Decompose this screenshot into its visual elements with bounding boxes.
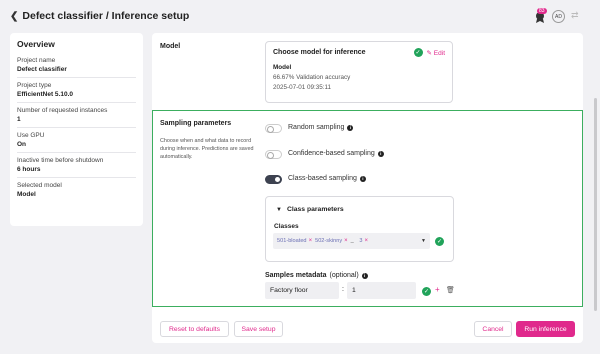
info-icon[interactable]: i	[361, 272, 368, 279]
check-icon: ✓	[435, 237, 444, 246]
toggle-label: Random sampling	[288, 124, 345, 131]
toggle-label: Class-based sampling	[288, 175, 357, 182]
reset-defaults-button[interactable]: Reset to defaults	[160, 321, 229, 337]
overview-value: On	[17, 141, 27, 148]
scrollbar-thumb[interactable]	[594, 98, 597, 311]
overview-label: Number of requested instances	[17, 107, 108, 114]
check-icon: ✓	[422, 287, 431, 296]
overview-label: Project type	[17, 82, 52, 89]
model-timestamp: 2025-07-01 09:35:11	[273, 84, 332, 91]
metadata-value-input[interactable]: 1	[347, 282, 416, 299]
metadata-label-row: Samples metadata (optional) i	[265, 272, 368, 279]
edit-label: Edit	[433, 49, 445, 57]
model-section-label: Model	[160, 43, 181, 50]
cancel-button[interactable]: Cancel	[474, 321, 512, 337]
overview-item: Number of requested instances 1	[17, 103, 136, 128]
overview-item: Inactive time before shutdown 6 hours	[17, 153, 136, 178]
random-sampling-toggle[interactable]	[265, 124, 282, 133]
page-title: Defect classifier / Inference setup	[22, 10, 190, 22]
page-header: ❮ Defect classifier / Inference setup	[10, 10, 189, 22]
metadata-separator: :	[342, 286, 344, 293]
confidence-sampling-row: Confidence-based sampling i	[288, 150, 384, 157]
overview-item: Use GPU On	[17, 128, 136, 153]
check-icon: ✓	[413, 48, 423, 57]
info-icon[interactable]: i	[347, 124, 354, 131]
model-name: Model	[273, 64, 292, 71]
optional-label: (optional)	[329, 272, 359, 279]
info-icon[interactable]: i	[359, 175, 366, 182]
chip-count: 3	[359, 238, 363, 244]
metadata-key-input[interactable]: Factory floor	[265, 282, 339, 299]
model-card: Choose model for inference ✓ ✎ Edit Mode…	[265, 41, 453, 103]
more-chip: _ 3 ×	[350, 238, 368, 244]
overview-value: Model	[17, 191, 36, 198]
sampling-title: Sampling parameters	[160, 120, 232, 127]
overview-value: 1	[17, 116, 21, 123]
trash-icon[interactable]: 🗑	[446, 286, 455, 294]
overview-value: 6 hours	[17, 166, 41, 173]
overview-label: Selected model	[17, 182, 62, 189]
close-icon[interactable]: ×	[309, 238, 313, 244]
overview-value: EfficientNet 5.10.0	[17, 91, 73, 98]
avatar[interactable]: AD	[552, 10, 565, 23]
overview-label: Inactive time before shutdown	[17, 157, 104, 164]
toggle-label: Confidence-based sampling	[288, 150, 375, 157]
classes-label: Classes	[274, 223, 299, 230]
notification-badge: 83	[537, 8, 547, 14]
chip-label: 501-bloated	[277, 238, 307, 244]
class-sampling-row: Class-based sampling i	[288, 175, 366, 182]
run-inference-button[interactable]: Run inference	[516, 321, 575, 337]
overview-item: Project type EfficientNet 5.10.0	[17, 78, 136, 103]
close-icon[interactable]: ×	[344, 238, 348, 244]
overview-label: Use GPU	[17, 132, 45, 139]
classes-select[interactable]: 501-bloated × 502-skinny × _ 3 × ▼	[273, 233, 430, 249]
save-setup-button[interactable]: Save setup	[234, 321, 283, 337]
overview-item: Selected model Model	[17, 178, 136, 202]
class-parameters-title: Class parameters	[286, 206, 344, 213]
model-accuracy: 66.67% Validation accuracy	[273, 74, 351, 81]
class-parameters-header[interactable]: ▼ Class parameters	[276, 206, 344, 213]
sampling-description: Choose when and what data to record duri…	[160, 138, 254, 160]
overview-item: Project name Defect classifier	[17, 53, 136, 78]
confidence-sampling-toggle[interactable]	[265, 150, 282, 159]
class-sampling-toggle[interactable]	[265, 175, 282, 184]
metadata-label: Samples metadata	[265, 272, 327, 279]
class-chip: 502-skinny ×	[315, 238, 348, 244]
class-chip: 501-bloated ×	[277, 238, 312, 244]
overview-title: Overview	[17, 39, 55, 49]
overview-label: Project name	[17, 57, 56, 64]
info-icon[interactable]: i	[377, 150, 384, 157]
dropdown-arrow-icon[interactable]: ▼	[421, 238, 426, 244]
chevron-left-icon[interactable]: ❮	[10, 11, 18, 22]
overview-panel: Overview Project name Defect classifier …	[10, 33, 143, 226]
model-card-title: Choose model for inference	[273, 49, 366, 56]
overview-value: Defect classifier	[17, 66, 67, 73]
swap-icon[interactable]: ⇄	[571, 10, 579, 21]
plus-icon[interactable]: +	[435, 285, 440, 294]
chevron-down-icon[interactable]: ▼	[276, 207, 282, 213]
random-sampling-row: Random sampling i	[288, 124, 354, 131]
edit-model-button[interactable]: ✎ Edit	[427, 49, 445, 57]
close-icon[interactable]: ×	[364, 238, 368, 244]
chip-label: 502-skinny	[315, 238, 343, 244]
